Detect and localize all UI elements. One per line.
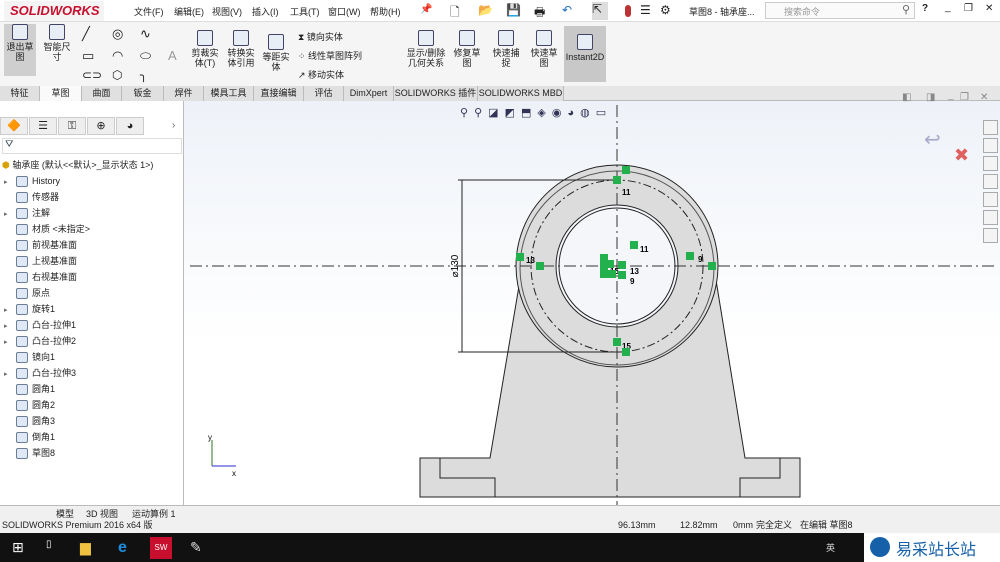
relation-marker[interactable] <box>613 176 621 184</box>
watermark-text: 易采站长站 <box>896 542 977 559</box>
relation-label: 13 <box>526 256 535 265</box>
coord-x: 96.13mm <box>618 520 656 530</box>
product-version: SOLIDWORKS Premium 2016 x64 版 <box>2 520 153 530</box>
task-view-icon[interactable]: ▯ <box>46 539 64 557</box>
paint-icon[interactable]: ✎ <box>190 539 208 557</box>
relation-label: 11 <box>622 188 631 197</box>
relation-marker[interactable] <box>622 348 630 356</box>
relation-marker[interactable] <box>516 253 524 261</box>
watermark-logo-icon <box>870 537 890 557</box>
ime-indicator[interactable]: 英 <box>826 541 835 554</box>
start-icon[interactable]: ⊞ <box>12 539 30 557</box>
sketch-state: 完全定义 <box>756 520 793 530</box>
file-explorer-icon[interactable]: ▆ <box>80 539 98 557</box>
relation-marker[interactable] <box>708 262 716 270</box>
dimension-text[interactable]: ⌀130 <box>450 254 461 277</box>
origin-triad: yx <box>208 433 236 478</box>
coord-y: 12.82mm <box>680 520 718 530</box>
bottom-tabs: 模型 3D 视图 运动算例 1 <box>0 505 1000 519</box>
relation-label: 9 <box>630 277 635 286</box>
relation-label: 13 <box>630 267 639 276</box>
relation-label: 9 <box>698 255 703 264</box>
relation-marker[interactable] <box>608 270 616 278</box>
relation-marker[interactable] <box>630 241 638 249</box>
relation-marker[interactable] <box>600 254 608 262</box>
relation-label: 11 <box>640 245 649 254</box>
relation-marker[interactable] <box>613 338 621 346</box>
solidworks-taskbar-icon[interactable]: SW <box>150 537 172 559</box>
status-bar: SOLIDWORKS Premium 2016 x64 版 96.13mm 12… <box>0 518 1000 533</box>
edge-icon[interactable]: e <box>118 539 136 557</box>
relation-marker[interactable] <box>600 270 608 278</box>
editing-status: 在编辑 草图8 <box>800 520 853 530</box>
axis-x-label: x <box>232 469 236 478</box>
relation-marker[interactable] <box>536 262 544 270</box>
coord-z: 0mm <box>733 520 753 530</box>
axis-y-label: y <box>208 433 212 442</box>
relation-marker[interactable] <box>622 166 630 174</box>
windows-taskbar: ⊞ ▯ ▆ e SW ✎ 英 易采站长站 <box>0 533 1000 562</box>
relation-marker[interactable] <box>686 252 694 260</box>
relation-marker[interactable] <box>600 262 608 270</box>
watermark-logo: 易采站长站 <box>864 533 1000 562</box>
sketch-drawing[interactable]: ⌀130 11111313159915 yx <box>0 0 1000 562</box>
relation-marker[interactable] <box>618 271 626 279</box>
relation-marker[interactable] <box>618 261 626 269</box>
